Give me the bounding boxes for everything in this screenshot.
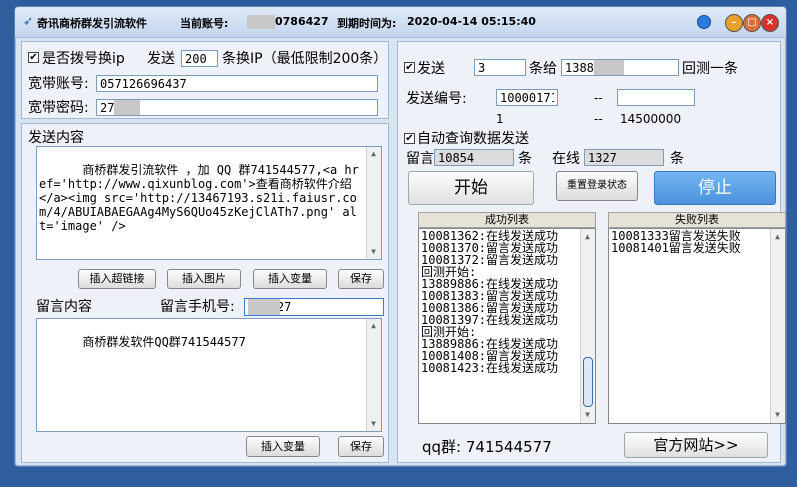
app-title: 奇讯商桥群发引流软件 xyxy=(37,17,147,30)
maximize-icon[interactable]: □ xyxy=(743,14,761,32)
broadband-account-input[interactable] xyxy=(96,75,378,92)
expire-label: 到期时间为: xyxy=(337,17,397,30)
app-logo-icon: ➶ xyxy=(23,14,34,28)
save-message-button[interactable]: 保存 xyxy=(338,436,384,457)
expire-value: 2020-04-14 05:15:40 xyxy=(407,15,536,28)
auto-query-checkbox[interactable]: ✔ xyxy=(404,133,415,144)
close-icon[interactable]: × xyxy=(761,14,779,32)
send-content-scrollbar[interactable]: ▲ ▼ xyxy=(366,147,381,259)
redacted-block xyxy=(247,15,275,29)
auto-query-label: 自动查询数据发送 xyxy=(417,131,529,147)
dial-checkbox-label: 是否拨号换ip xyxy=(42,51,125,67)
range-dash-2: -- xyxy=(594,112,603,126)
send-checkbox-label: 发送 xyxy=(417,61,445,77)
online-count-unit: 条 xyxy=(670,151,684,167)
reset-login-button[interactable]: 重置登录状态 xyxy=(556,171,638,201)
skin-icon[interactable] xyxy=(697,15,711,29)
broadband-password-label: 宽带密码: xyxy=(28,100,89,116)
start-button[interactable]: 开始 xyxy=(408,171,534,205)
insert-variable-button-2[interactable]: 插入变量 xyxy=(246,436,320,457)
message-content-text: 商桥群发软件QQ群741544577 xyxy=(82,335,246,349)
official-site-button[interactable]: 官方网站>> xyxy=(624,432,768,458)
broadband-account-label: 宽带账号: xyxy=(28,76,89,92)
message-content-scrollbar[interactable]: ▲ ▼ xyxy=(366,319,381,431)
online-count-input[interactable] xyxy=(584,149,664,166)
message-count-input[interactable] xyxy=(434,149,514,166)
online-count-label: 在线 xyxy=(552,151,580,167)
title-bar[interactable]: ➶ 奇讯商桥群发引流软件 当前账号: 0786427 到期时间为: 2020-0… xyxy=(15,7,786,38)
scroll-up-icon[interactable]: ▲ xyxy=(368,148,379,160)
send-value-input[interactable] xyxy=(474,59,526,76)
message-count-label: 留言 xyxy=(406,151,434,167)
success-list-item[interactable]: 10081423:在线发送成功 xyxy=(421,362,579,374)
switch-ip-label: 条换IP（最低限制200条） xyxy=(222,51,388,67)
send-content-textarea[interactable]: 商桥群发引流软件 ，加 QQ 群741544577,<a href='http:… xyxy=(36,146,382,260)
scroll-down-icon[interactable]: ▼ xyxy=(368,418,379,430)
message-count-unit: 条 xyxy=(518,151,532,167)
send-label: 发送 xyxy=(147,51,175,67)
stop-button[interactable]: 停止 xyxy=(654,171,776,205)
send-count-input[interactable] xyxy=(181,50,218,67)
success-list-scroll-thumb[interactable] xyxy=(583,357,593,407)
fail-list[interactable]: 10081333留言发送失败 10081401留言发送失败 ▲ ▼ xyxy=(608,228,786,424)
dial-settings-panel: ✔ 是否拨号换ip 发送 条换IP（最低限制200条） 宽带账号: 宽带密码: xyxy=(21,41,389,119)
range-end-input[interactable] xyxy=(617,89,695,106)
fail-list-scrollbar[interactable]: ▲ ▼ xyxy=(770,229,785,423)
scroll-up-icon[interactable]: ▲ xyxy=(772,231,783,243)
success-list[interactable]: 10081362:在线发送成功 10081370:留言发送成功 10081372:留… xyxy=(418,228,596,424)
fail-list-header: 失败列表 xyxy=(608,212,786,228)
content-panel: 发送内容 商桥群发引流软件 ，加 QQ 群741544577,<a href='… xyxy=(21,123,389,463)
give-label: 条给 xyxy=(529,61,557,77)
success-list-scrollbar[interactable]: ▲ ▼ xyxy=(580,229,595,423)
message-phone-label: 留言手机号: xyxy=(160,299,235,315)
minimize-icon[interactable]: – xyxy=(725,14,743,32)
send-id-input[interactable] xyxy=(496,89,558,106)
fail-list-item[interactable]: 10081401留言发送失败 xyxy=(611,242,769,254)
send-id-label: 发送编号: xyxy=(406,91,467,107)
send-content-label: 发送内容 xyxy=(28,130,84,146)
send-checkbox[interactable]: ✔ xyxy=(404,62,415,73)
range-dash-1: -- xyxy=(594,91,603,105)
insert-link-button[interactable]: 插入超链接 xyxy=(78,269,156,289)
main-window: ➶ 奇讯商桥群发引流软件 当前账号: 0786427 到期时间为: 2020-0… xyxy=(14,6,787,467)
range-end-value: 14500000 xyxy=(620,112,682,126)
insert-variable-button[interactable]: 插入变量 xyxy=(253,269,327,289)
scroll-down-icon[interactable]: ▼ xyxy=(368,246,379,258)
scroll-down-icon[interactable]: ▼ xyxy=(772,409,783,421)
dial-checkbox[interactable]: ✔ xyxy=(28,52,39,63)
insert-image-button[interactable]: 插入图片 xyxy=(167,269,241,289)
send-content-text: 商桥群发引流软件 ，加 QQ 群741544577,<a href='http:… xyxy=(39,163,359,233)
redacted-block xyxy=(248,299,280,315)
redacted-block xyxy=(594,60,624,75)
test-once-label: 回测一条 xyxy=(682,61,738,77)
send-control-panel: ✔ 发送 条给 回测一条 发送编号: -- 1 -- 14500000 ✔ 自动… xyxy=(397,41,786,463)
qq-group-text: qq群: 741544577 xyxy=(422,438,552,456)
save-content-button[interactable]: 保存 xyxy=(338,269,384,289)
scroll-down-icon[interactable]: ▼ xyxy=(582,409,593,421)
range-start-value: 1 xyxy=(496,112,504,126)
message-content-label: 留言内容 xyxy=(36,299,92,315)
scroll-up-icon[interactable]: ▲ xyxy=(368,320,379,332)
account-value: 0786427 xyxy=(275,15,329,28)
scroll-up-icon[interactable]: ▲ xyxy=(582,231,593,243)
account-label: 当前账号: xyxy=(180,17,229,30)
redacted-block xyxy=(114,100,140,115)
message-content-textarea[interactable]: 商桥群发软件QQ群741544577 ▲ ▼ xyxy=(36,318,382,432)
success-list-header: 成功列表 xyxy=(418,212,596,228)
